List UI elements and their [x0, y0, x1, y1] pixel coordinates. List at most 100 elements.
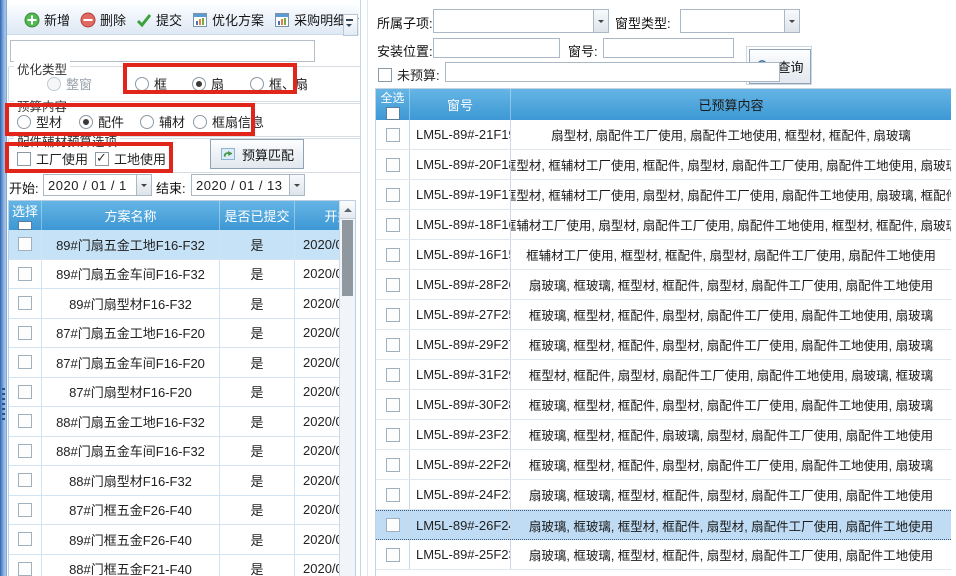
select-column-header[interactable]: 选择: [9, 201, 42, 230]
row-checkbox[interactable]: [18, 532, 32, 546]
budget-content-cell: 框玻璃, 框型材, 框配件, 扇型材, 扇配件工厂使用, 扇配件工地使用, 扇玻…: [511, 450, 951, 479]
radio-frame-sash-info[interactable]: 框扇信息: [193, 112, 264, 131]
radio-whole-window[interactable]: 整窗: [47, 74, 92, 93]
row-checkbox[interactable]: [18, 237, 32, 251]
table-row[interactable]: 88#门扇五金车间F16-F32 是 2020/0: [9, 437, 355, 467]
row-checkbox[interactable]: [386, 548, 400, 562]
checkbox-factory-use[interactable]: 工厂使用: [17, 149, 88, 168]
submit-button[interactable]: 提交: [131, 7, 187, 32]
window-type-select[interactable]: [680, 9, 800, 33]
checkbox-site-use[interactable]: 工地使用: [95, 149, 166, 168]
table-row[interactable]: 89#门框五金F26-F40 是 2020/0: [9, 525, 355, 555]
select-all-column-header[interactable]: 全选: [376, 89, 410, 120]
table-row[interactable]: LM5L-89#-30F28 框玻璃, 框型材, 框配件, 扇型材, 扇配件工厂…: [376, 390, 951, 420]
window-no-cell: LM5L-89#-28F26: [410, 270, 511, 299]
row-checkbox[interactable]: [386, 128, 400, 142]
row-checkbox[interactable]: [386, 518, 400, 532]
row-checkbox[interactable]: [18, 326, 32, 340]
row-checkbox[interactable]: [386, 368, 400, 382]
add-button[interactable]: 新增: [19, 7, 75, 32]
dock-splitter[interactable]: [0, 0, 7, 576]
select-all-checkbox[interactable]: [386, 107, 400, 120]
submitted-column-header[interactable]: 是否已提交: [220, 201, 295, 230]
row-checkbox[interactable]: [386, 218, 400, 232]
table-row[interactable]: 89#门扇型材F16-F32 是 2020/0: [9, 289, 355, 319]
row-checkbox[interactable]: [386, 248, 400, 262]
budget-match-button[interactable]: 预算匹配: [210, 139, 304, 169]
row-checkbox[interactable]: [386, 398, 400, 412]
end-date-picker[interactable]: 2020 / 01 / 13: [191, 174, 305, 196]
chevron-down-icon[interactable]: [593, 10, 608, 32]
submitted-cell: 是: [220, 496, 295, 525]
table-row[interactable]: 88#门扇型材F16-F32 是 2020/0: [9, 466, 355, 496]
radio-sash[interactable]: 扇: [192, 74, 224, 93]
table-row[interactable]: LM5L-89#-25F23 扇玻璃, 框玻璃, 框型材, 框配件, 扇型材, …: [376, 540, 951, 570]
table-row[interactable]: 88#门框五金F21-F40 是 2020/0: [9, 555, 355, 576]
radio-accessory[interactable]: 配件: [79, 112, 124, 131]
table-row[interactable]: LM5L-89#-24F22 扇玻璃, 框玻璃, 框型材, 框配件, 扇型材, …: [376, 480, 951, 510]
table-row[interactable]: 87#门扇五金工地F16-F20 是 2020/0: [9, 319, 355, 349]
scrollbar-thumb[interactable]: [342, 220, 353, 296]
scroll-up-icon[interactable]: [340, 201, 355, 219]
budget-content-column-header[interactable]: 已预算内容: [511, 89, 951, 120]
sub-item-select[interactable]: [433, 9, 609, 33]
row-checkbox[interactable]: [18, 267, 32, 281]
radio-frame[interactable]: 框: [135, 74, 167, 93]
row-checkbox[interactable]: [386, 338, 400, 352]
install-pos-input[interactable]: [433, 38, 560, 58]
table-row[interactable]: LM5L-89#-16F15 框辅材工厂使用, 框型材, 框配件, 扇型材, 扇…: [376, 240, 951, 270]
window-no-input[interactable]: [603, 38, 734, 58]
left-table-body: 89#门扇五金工地F16-F32 是 2020/0 89#门扇五金车间F16-F…: [9, 230, 355, 576]
row-checkbox[interactable]: [18, 444, 32, 458]
row-checkbox[interactable]: [386, 188, 400, 202]
table-row[interactable]: LM5L-89#-18F16 框辅材工厂使用, 扇型材, 扇配件工厂使用, 扇配…: [376, 210, 951, 240]
optimize-plan-button[interactable]: 优化方案: [187, 7, 269, 32]
table-row[interactable]: 87#门框五金F26-F40 是 2020/0: [9, 496, 355, 526]
accessory-options-group-label: 配件辅材预算选项: [14, 131, 120, 150]
table-row[interactable]: LM5L-89#-20F18 框型材, 框辅材工厂使用, 框配件, 扇型材, 扇…: [376, 150, 951, 180]
toolbar-overflow-button[interactable]: [343, 14, 358, 36]
row-checkbox[interactable]: [18, 562, 32, 576]
row-checkbox[interactable]: [386, 428, 400, 442]
table-row[interactable]: 89#门扇五金工地F16-F32 是 2020/0: [9, 230, 355, 260]
table-row[interactable]: LM5L-89#-29F27 框玻璃, 框型材, 框配件, 扇型材, 扇配件工厂…: [376, 330, 951, 360]
row-checkbox[interactable]: [18, 355, 32, 369]
row-checkbox[interactable]: [18, 503, 32, 517]
row-checkbox[interactable]: [386, 278, 400, 292]
window-no-cell: LM5L-89#-29F27: [410, 330, 511, 359]
chevron-down-icon[interactable]: [289, 175, 304, 195]
table-row[interactable]: LM5L-89#-28F26 扇玻璃, 框玻璃, 框型材, 框配件, 扇型材, …: [376, 270, 951, 300]
table-row[interactable]: LM5L-89#-22F20 框玻璃, 框型材, 框配件, 扇型材, 扇配件工厂…: [376, 450, 951, 480]
unbudgeted-input[interactable]: [445, 62, 780, 82]
row-checkbox[interactable]: [18, 385, 32, 399]
table-row[interactable]: 87#门扇型材F16-F20 是 2020/0: [9, 378, 355, 408]
table-row[interactable]: LM5L-89#-21F19 扇型材, 扇配件工厂使用, 扇配件工地使用, 框型…: [376, 120, 951, 150]
chevron-down-icon[interactable]: [784, 10, 799, 32]
table-row[interactable]: LM5L-89#-23F21 框玻璃, 框型材, 框配件, 扇玻璃, 扇型材, …: [376, 420, 951, 450]
row-checkbox[interactable]: [18, 296, 32, 310]
table-row[interactable]: 88#门扇五金工地F16-F32 是 2020/0: [9, 407, 355, 437]
row-checkbox[interactable]: [18, 473, 32, 487]
row-checkbox[interactable]: [18, 414, 32, 428]
checkbox-unbudgeted[interactable]: 未预算:: [378, 65, 440, 84]
window-no-column-header[interactable]: 窗号: [410, 89, 511, 120]
table-row[interactable]: LM5L-89#-27F25 框玻璃, 框型材, 框配件, 扇型材, 扇配件工厂…: [376, 300, 951, 330]
row-checkbox[interactable]: [386, 458, 400, 472]
plan-table-scrollbar[interactable]: [339, 201, 355, 576]
row-checkbox[interactable]: [386, 158, 400, 172]
radio-frame-sash[interactable]: 框、扇: [250, 74, 308, 93]
chevron-down-icon[interactable]: [136, 175, 151, 195]
row-checkbox[interactable]: [386, 488, 400, 502]
table-row[interactable]: LM5L-89#-19F17 框型材, 框辅材工厂使用, 扇型材, 扇配件工厂使…: [376, 180, 951, 210]
table-row[interactable]: 89#门扇五金车间F16-F32 是 2020/0: [9, 260, 355, 290]
delete-button[interactable]: 删除: [75, 7, 131, 32]
table-row[interactable]: LM5L-89#-26F24 扇玻璃, 框玻璃, 框型材, 框配件, 扇型材, …: [376, 510, 951, 540]
radio-auxiliary[interactable]: 辅材: [140, 112, 185, 131]
radio-profile[interactable]: 型材: [17, 112, 62, 131]
table-row[interactable]: 87#门扇五金车间F16-F20 是 2020/0: [9, 348, 355, 378]
plan-name-column-header[interactable]: 方案名称: [42, 201, 220, 230]
select-all-checkbox[interactable]: [18, 221, 32, 230]
table-row[interactable]: LM5L-89#-31F29 框型材, 框配件, 扇型材, 扇配件工厂使用, 扇…: [376, 360, 951, 390]
start-date-picker[interactable]: 2020 / 01 / 1: [43, 174, 152, 196]
row-checkbox[interactable]: [386, 308, 400, 322]
